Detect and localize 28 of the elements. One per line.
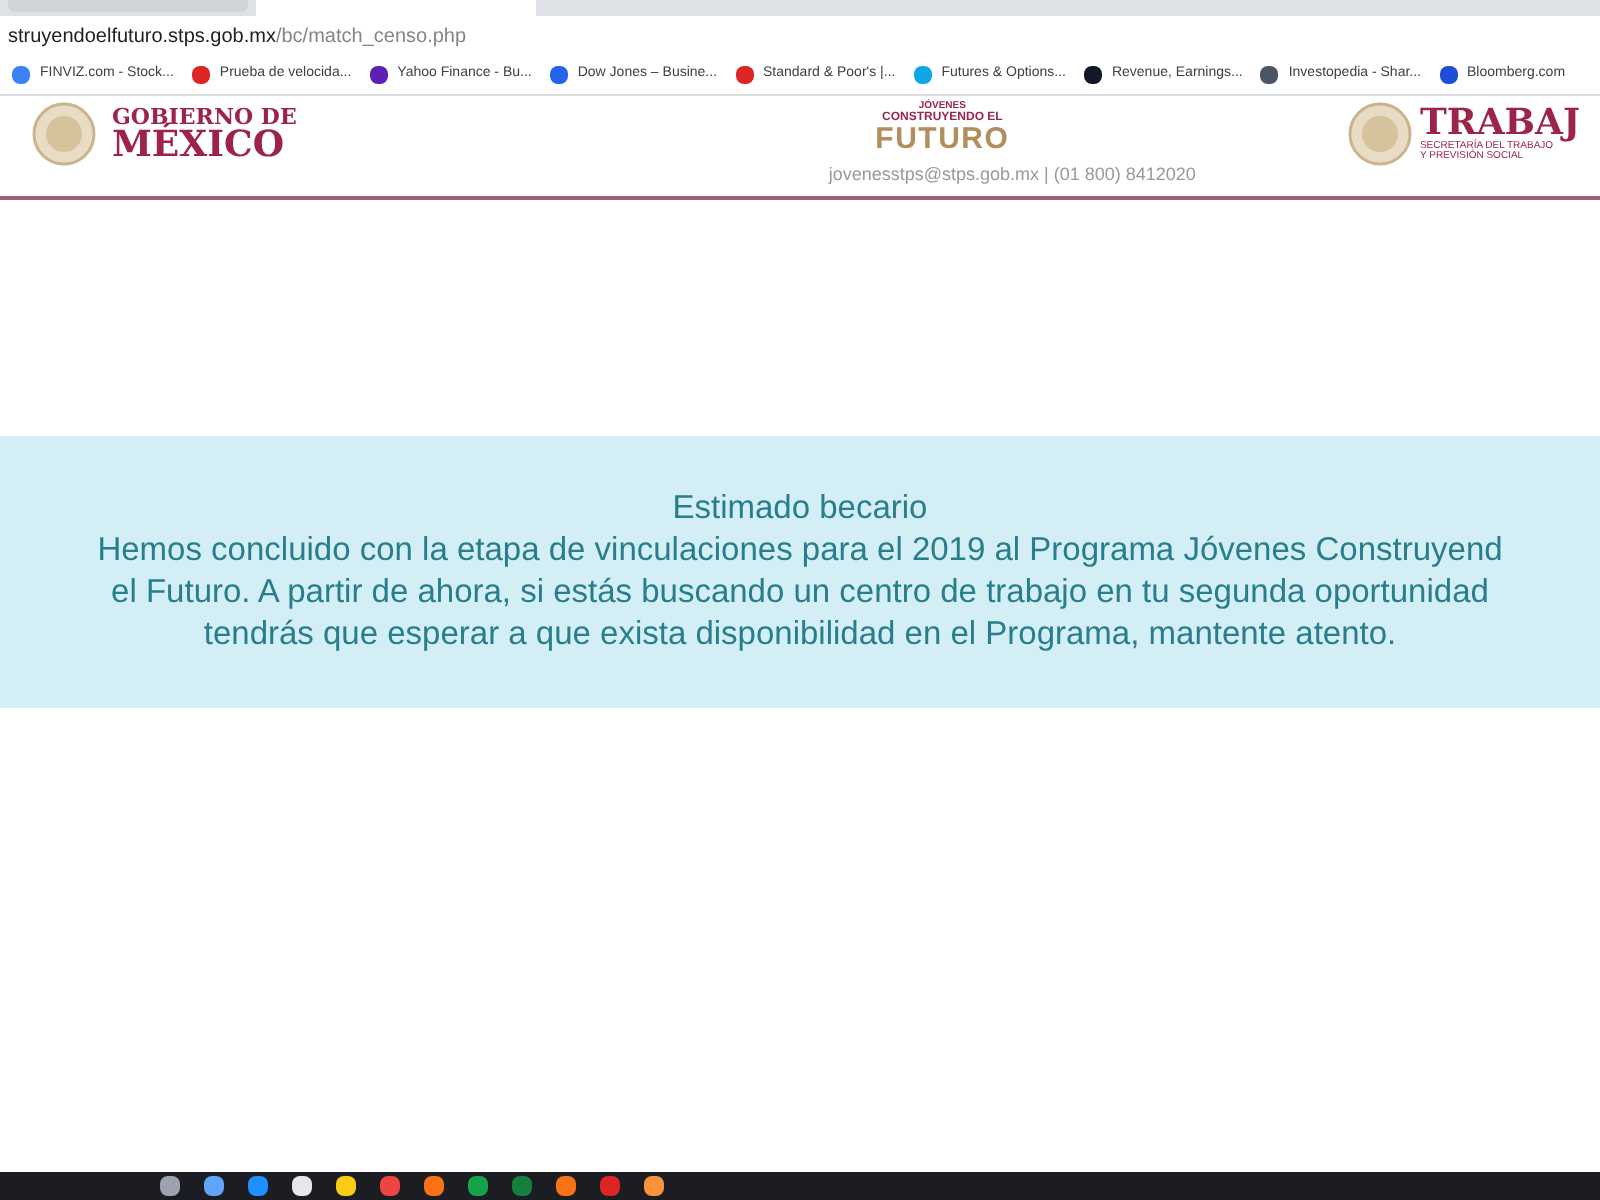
seal-icon: [1347, 102, 1412, 166]
contact-text: jovenesstps@stps.gob.mx | (01 800) 8412020: [828, 162, 1196, 188]
logo-text: TRABAJ: [1419, 106, 1580, 142]
favicon-icon: [1439, 66, 1457, 84]
favicon-icon: [369, 66, 388, 84]
notice-text: el Futuro. A partir de ahora, si estás buscando un centro de trabajo en tu segunda oportunidad: [111, 572, 1489, 614]
favicon-icon: [12, 66, 30, 84]
notice-text: Hemos concluido con la etapa de vinculaciones para el 2019 al Programa Jóvenes Construyend: [97, 530, 1503, 572]
app-icon[interactable]: [424, 1176, 444, 1196]
app-icon[interactable]: [556, 1176, 576, 1196]
app-icon[interactable]: [204, 1176, 224, 1196]
favicon-icon: [1260, 66, 1279, 84]
favicon-icon: [191, 66, 210, 84]
logo-text: FUTURO: [875, 124, 1010, 154]
notice-text: tendrás que esperar a que exista disponibilidad en el Programa, mantente atento.: [203, 614, 1397, 656]
seal-icon: [32, 102, 96, 166]
address-bar[interactable]: struyendoelfuturo.stps.gob.mx/bc/match_censo.php: [8, 21, 467, 51]
favicon-icon: [913, 66, 932, 84]
app-icon[interactable]: [336, 1176, 356, 1196]
app-icon[interactable]: [160, 1176, 180, 1196]
favicon-icon: [1083, 66, 1102, 84]
logo-text: MÉXICO: [112, 127, 285, 163]
notice-title: Estimado becario: [672, 488, 928, 530]
app-icon[interactable]: [292, 1176, 312, 1196]
favicon-icon: [549, 66, 568, 84]
app-icon[interactable]: [644, 1176, 664, 1196]
favicon-icon: [735, 66, 754, 84]
logo-text: GOBIERNO DE: [112, 105, 297, 127]
